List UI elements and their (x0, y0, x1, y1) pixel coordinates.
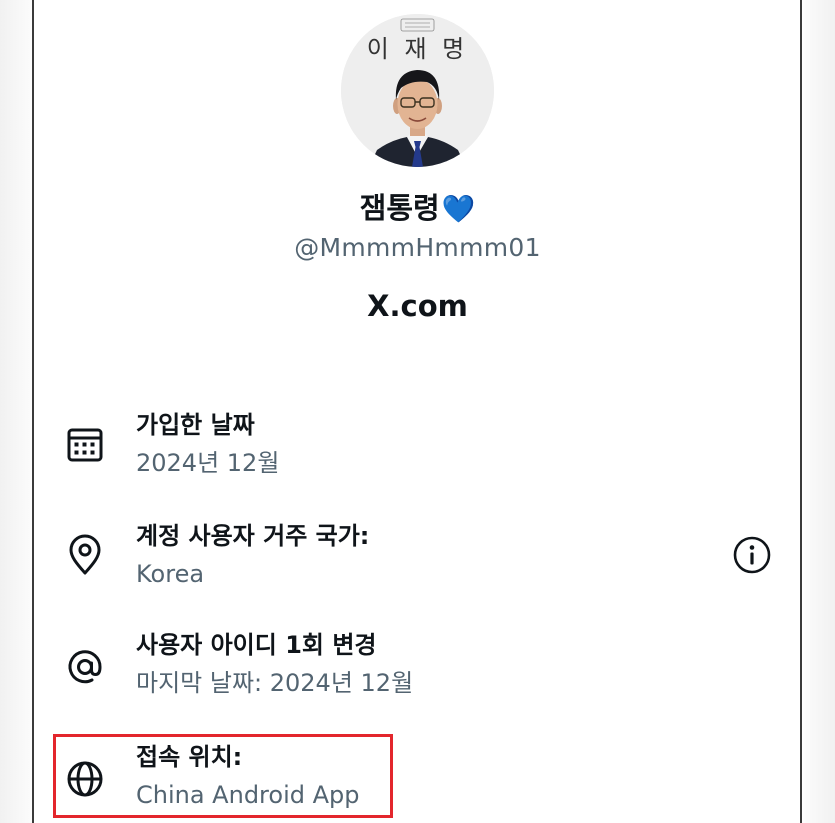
avatar[interactable]: 이 재 명 (341, 14, 494, 167)
calendar-icon (67, 428, 103, 462)
display-name: 잼통령💙 (0, 188, 835, 230)
detail-row-username-change: 사용자 아이디 1회 변경 마지막 날짜: 2024년 12월 (60, 628, 780, 708)
profile-about-panel: 이 재 명 잼통령💙 @MmmmHmmm01 X.com 가입한 날짜 2024… (0, 0, 835, 823)
at-sign-icon (68, 650, 102, 684)
user-handle: @MmmmHmmm01 (294, 233, 541, 262)
left-margin (0, 0, 33, 823)
detail-row-joined: 가입한 날짜 2024년 12월 (60, 408, 780, 488)
site-label: X.com (367, 289, 468, 323)
detail-row-country: 계정 사용자 거주 국가: Korea (60, 519, 780, 599)
detail-value: Korea (136, 560, 205, 588)
detail-value: 2024년 12월 (136, 449, 280, 477)
detail-title: 계정 사용자 거주 국가: (136, 522, 370, 550)
avatar-portrait: 이 재 명 (341, 14, 494, 167)
right-border (800, 0, 802, 823)
detail-title: 사용자 아이디 1회 변경 (136, 631, 377, 659)
highlight-box (53, 734, 393, 818)
location-pin-icon (69, 534, 101, 575)
blue-heart-icon: 💙 (441, 194, 476, 225)
detail-value: 마지막 날짜: 2024년 12월 (136, 669, 414, 697)
left-border (32, 0, 34, 823)
right-margin (802, 0, 835, 823)
avatar-name-text: 이 재 명 (367, 35, 469, 63)
info-icon[interactable] (730, 533, 774, 577)
detail-title: 가입한 날짜 (136, 411, 255, 439)
display-name-text: 잼통령 (359, 191, 440, 225)
